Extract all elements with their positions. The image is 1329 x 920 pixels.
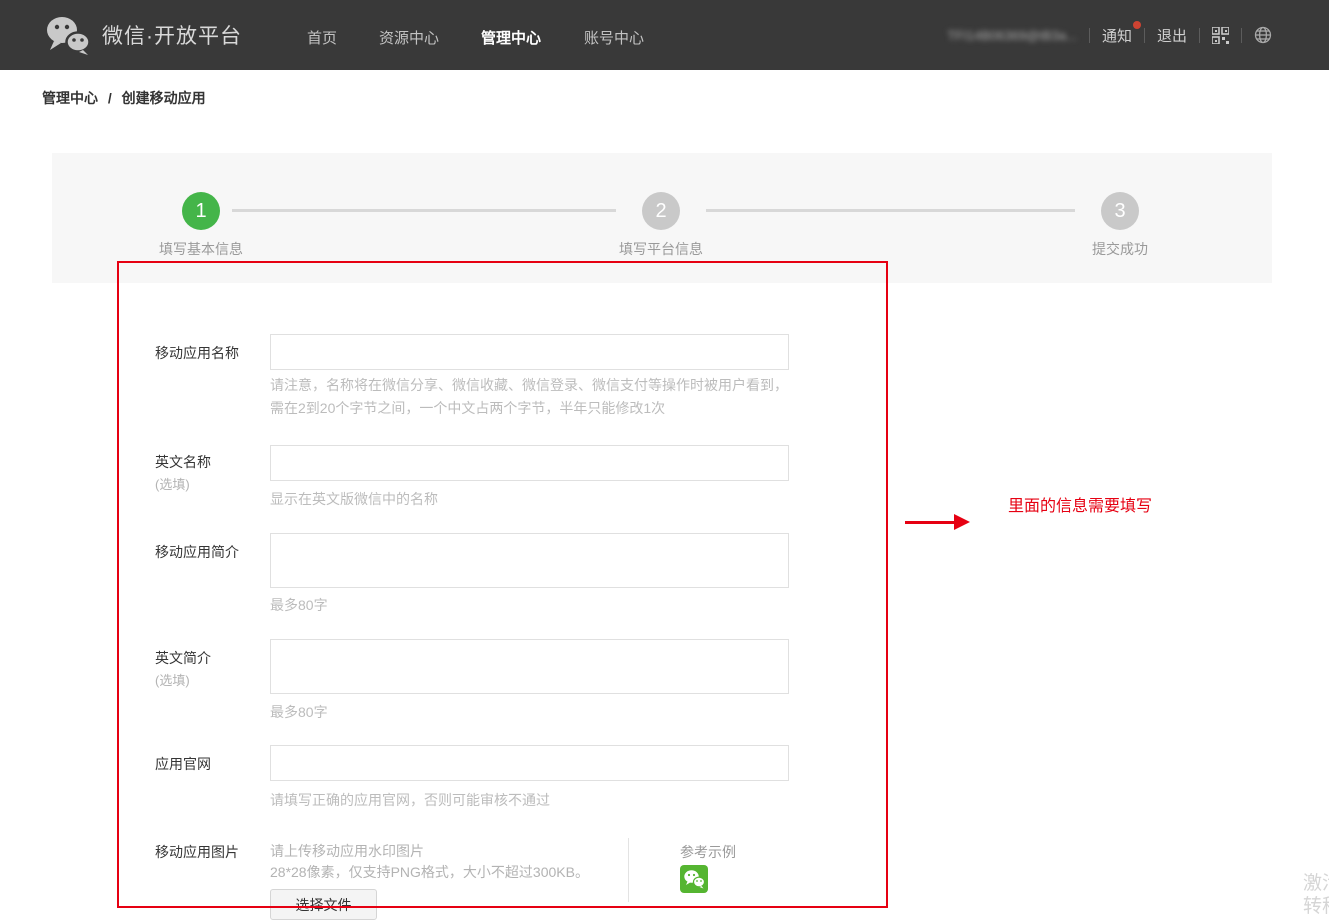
page: 微信·开放平台 首页 资源中心 管理中心 账号中心 TFI14B06369@tB… bbox=[0, 0, 1329, 920]
breadcrumb-separator: / bbox=[108, 90, 112, 106]
sample-title: 参考示例 bbox=[680, 842, 736, 862]
en-intro-textarea[interactable] bbox=[270, 639, 789, 694]
en-name-optional: (选填) bbox=[155, 474, 190, 493]
notice-link[interactable]: 通知 bbox=[1102, 25, 1132, 46]
notice-label: 通知 bbox=[1102, 25, 1132, 46]
step-3-label: 提交成功 bbox=[1040, 239, 1200, 259]
app-name-label: 移动应用名称 bbox=[155, 343, 239, 363]
step-1-circle: 1 bbox=[182, 192, 220, 230]
nav-item-account[interactable]: 账号中心 bbox=[584, 27, 644, 48]
upload-divider bbox=[628, 838, 629, 902]
step-3-circle: 3 bbox=[1101, 192, 1139, 230]
corner-line-2: 转移 bbox=[1303, 895, 1329, 918]
top-nav: 微信·开放平台 首页 资源中心 管理中心 账号中心 TFI14B06369@tB… bbox=[0, 0, 1329, 70]
notice-dot bbox=[1133, 21, 1141, 29]
username-blurred: TFI14B06369@tB3a... bbox=[947, 28, 1077, 43]
app-name-input[interactable] bbox=[270, 334, 789, 370]
nav-separator bbox=[1241, 28, 1242, 43]
site-input[interactable] bbox=[270, 745, 789, 781]
qr-code-icon[interactable] bbox=[1212, 27, 1229, 44]
annotation-text: 里面的信息需要填写 bbox=[1008, 492, 1152, 516]
en-intro-label: 英文简介 bbox=[155, 648, 211, 668]
breadcrumb: 管理中心 / 创建移动应用 bbox=[42, 88, 206, 108]
nav-separator bbox=[1199, 28, 1200, 43]
step-connector bbox=[232, 209, 616, 212]
step-2-number: 2 bbox=[655, 200, 666, 223]
corner-clipped-text: 激活 转移 bbox=[1303, 872, 1329, 918]
nav-separator bbox=[1089, 28, 1090, 43]
en-name-input[interactable] bbox=[270, 445, 789, 481]
annotation-arrow bbox=[905, 521, 956, 524]
en-intro-optional: (选填) bbox=[155, 670, 190, 689]
corner-line-1: 激活 bbox=[1303, 872, 1329, 895]
site-label: 应用官网 bbox=[155, 754, 211, 774]
annotation-arrow-head bbox=[954, 514, 970, 530]
step-2-label: 填写平台信息 bbox=[581, 239, 741, 259]
brand-title: 微信·开放平台 bbox=[102, 20, 242, 50]
nav-item-resources[interactable]: 资源中心 bbox=[379, 27, 439, 48]
step-2-circle: 2 bbox=[642, 192, 680, 230]
globe-icon[interactable] bbox=[1254, 26, 1272, 44]
step-3-number: 3 bbox=[1114, 200, 1125, 223]
breadcrumb-current-page: 创建移动应用 bbox=[122, 90, 206, 106]
app-name-hint: 请注意，名称将在微信分享、微信收藏、微信登录、微信支付等操作时被用户看到，需在2… bbox=[270, 374, 795, 420]
wechat-logo-icon bbox=[44, 15, 92, 55]
step-1-number: 1 bbox=[195, 200, 206, 223]
nav-separator bbox=[1144, 28, 1145, 43]
nav-right: TFI14B06369@tB3a... 通知 退出 bbox=[947, 0, 1272, 70]
logout-link[interactable]: 退出 bbox=[1157, 25, 1187, 46]
step-1-label: 填写基本信息 bbox=[121, 239, 281, 259]
app-intro-textarea[interactable] bbox=[270, 533, 789, 588]
app-image-label: 移动应用图片 bbox=[155, 842, 239, 862]
nav-item-home[interactable]: 首页 bbox=[307, 27, 337, 48]
wechat-sample-icon bbox=[680, 865, 708, 893]
en-intro-hint: 最多80字 bbox=[270, 701, 795, 724]
brand[interactable]: 微信·开放平台 bbox=[44, 15, 242, 55]
app-intro-hint: 最多80字 bbox=[270, 594, 795, 617]
en-name-label: 英文名称 bbox=[155, 452, 211, 472]
nav-item-management[interactable]: 管理中心 bbox=[481, 27, 541, 48]
site-hint: 请填写正确的应用官网，否则可能审核不通过 bbox=[270, 789, 795, 812]
choose-file-button[interactable]: 选择文件 bbox=[270, 889, 377, 920]
step-connector bbox=[706, 209, 1075, 212]
app-image-instruction-2: 28*28像素，仅支持PNG格式，大小不超过300KB。 bbox=[270, 861, 795, 884]
breadcrumb-management-center[interactable]: 管理中心 bbox=[42, 90, 98, 106]
app-intro-label: 移动应用简介 bbox=[155, 542, 239, 562]
en-name-hint: 显示在英文版微信中的名称 bbox=[270, 488, 795, 511]
